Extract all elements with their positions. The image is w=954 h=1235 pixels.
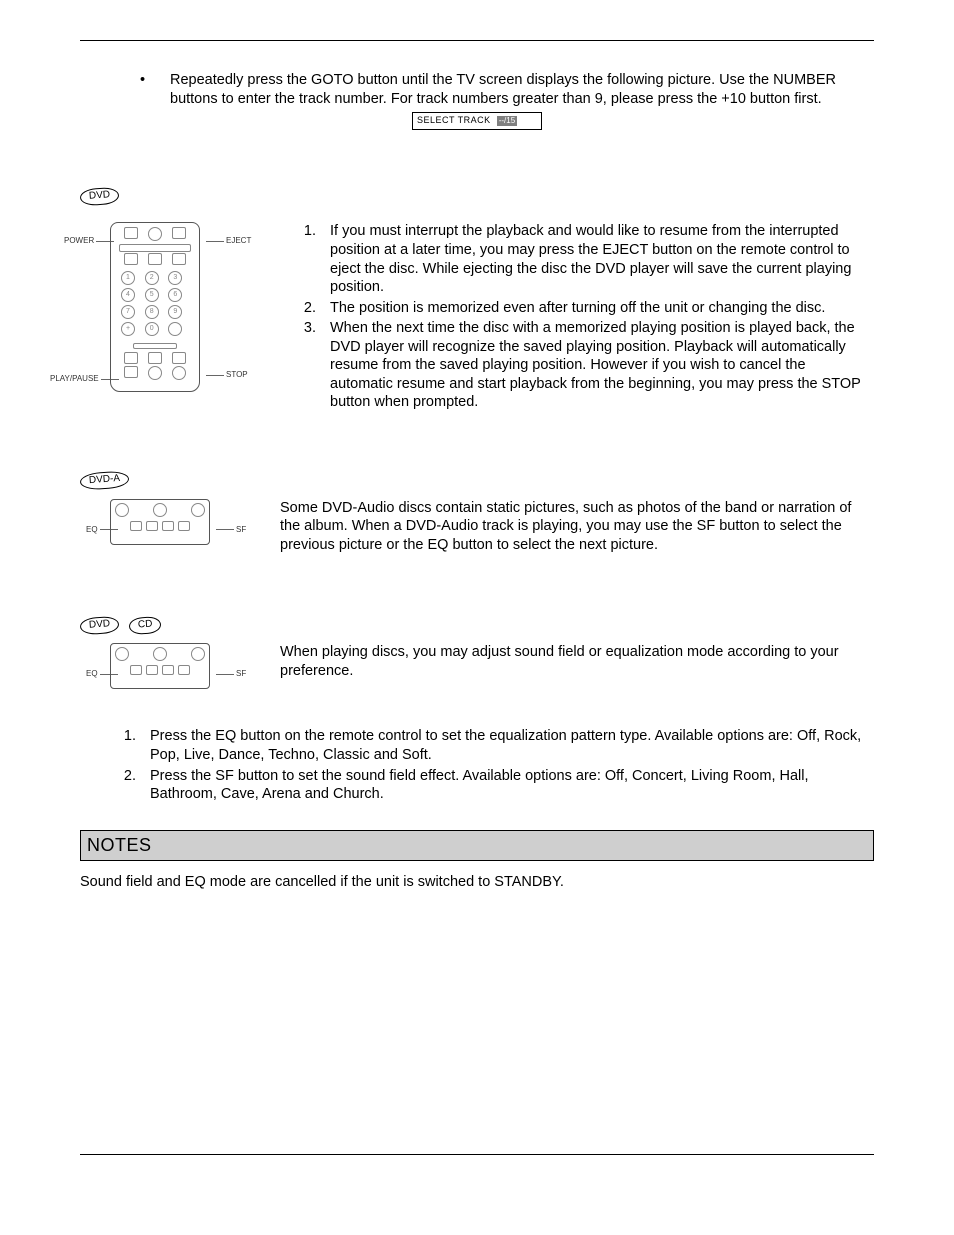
header-rule xyxy=(80,40,874,41)
list-item: When the next time the disc with a memor… xyxy=(320,319,874,412)
callout-eject: EJECT xyxy=(206,236,251,246)
callout-sf-2: SF xyxy=(216,669,246,679)
intro-bullet: • Repeatedly press the GOTO button until… xyxy=(140,71,874,108)
disc-badge-dvd-2: DVD xyxy=(79,615,119,634)
callout-power: POWER xyxy=(64,236,114,246)
intro-bullet-text: Repeatedly press the GOTO button until t… xyxy=(170,71,874,108)
panel-illustration: EQ SF xyxy=(80,499,260,559)
notes-text: Sound field and EQ mode are cancelled if… xyxy=(80,873,874,892)
select-track-label: SELECT TRACK xyxy=(417,115,491,127)
disc-badge-dvd: DVD xyxy=(79,186,119,205)
resume-instructions-list: If you must interrupt the playback and w… xyxy=(320,222,874,411)
select-track-value: --/15 xyxy=(497,116,517,126)
callout-stop: STOP xyxy=(206,370,248,380)
remote-illustration: POWER EJECT PLAY/PAUSE STOP 123 456 789 … xyxy=(80,222,260,402)
bullet-dot: • xyxy=(140,71,170,108)
disc-badge-dvda: DVD-A xyxy=(79,470,129,490)
list-item: Press the SF button to set the sound fie… xyxy=(140,767,874,804)
list-item: If you must interrupt the playback and w… xyxy=(320,222,874,296)
footer-rule xyxy=(80,1154,874,1155)
list-item: The position is memorized even after tur… xyxy=(320,299,874,318)
callout-playpause: PLAY/PAUSE xyxy=(50,374,119,384)
list-item: Press the EQ button on the remote contro… xyxy=(140,727,874,764)
disc-badge-cd: CD xyxy=(129,616,163,635)
sound-adjust-para: When playing discs, you may adjust sound… xyxy=(280,643,874,680)
notes-heading: NOTES xyxy=(80,830,874,861)
select-track-osd: SELECT TRACK --/15 xyxy=(412,112,542,130)
eq-sf-instructions-list: Press the EQ button on the remote contro… xyxy=(140,727,874,803)
panel-illustration-2: EQ SF xyxy=(80,643,260,703)
callout-sf: SF xyxy=(216,525,246,535)
dvd-audio-pictures-para: Some DVD-Audio discs contain static pict… xyxy=(280,499,874,555)
